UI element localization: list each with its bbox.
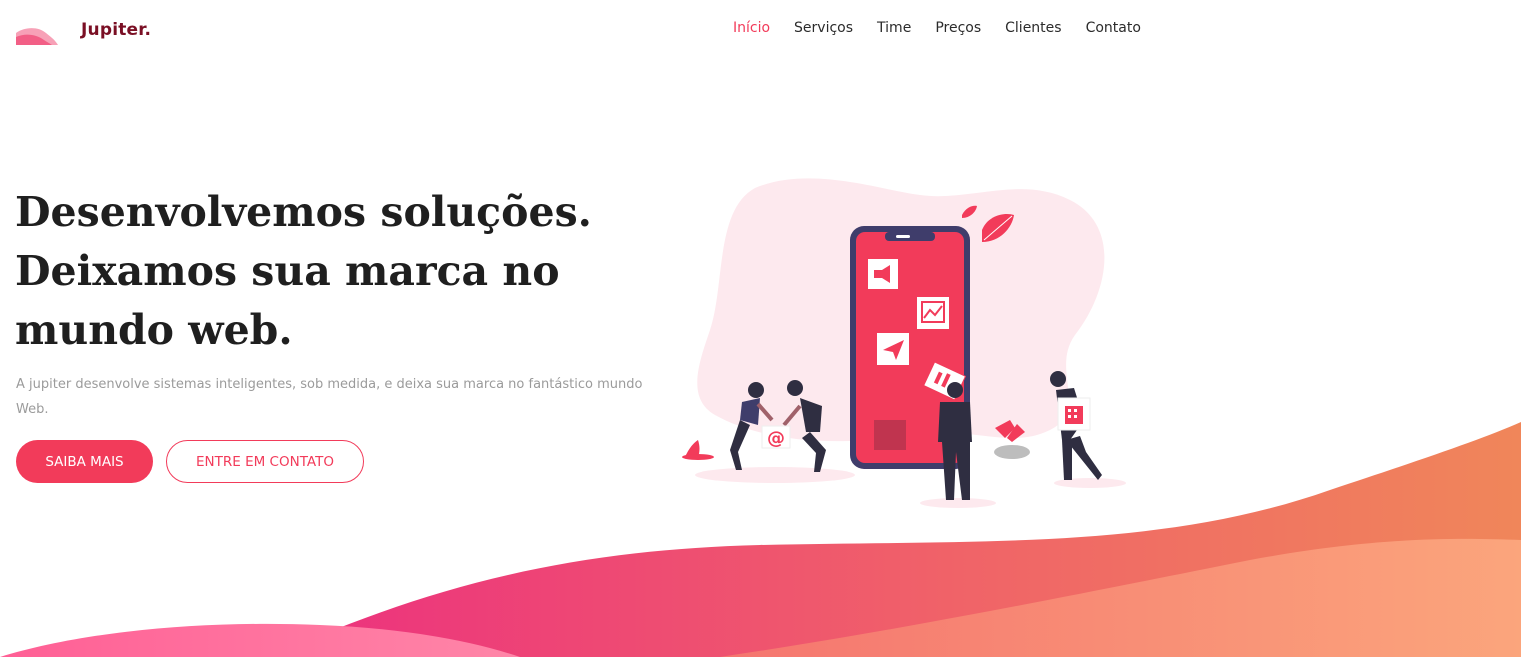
- entre-em-contato-button[interactable]: ENTRE EM CONTATO: [166, 440, 364, 483]
- headline-line-1: Desenvolvemos soluções.: [15, 188, 592, 236]
- nav-item-clientes[interactable]: Clientes: [1005, 20, 1061, 36]
- nav-item-contato[interactable]: Contato: [1086, 20, 1141, 36]
- logo-text[interactable]: Jupiter.: [81, 20, 151, 40]
- hero-subtitle: A jupiter desenvolve sistemas inteligent…: [16, 377, 643, 417]
- building-icon: [1057, 397, 1091, 431]
- nav-item-time[interactable]: Time: [877, 20, 911, 36]
- nav-item-precos[interactable]: Preços: [935, 20, 981, 36]
- hero-headline: Desenvolvemos soluções. Deixamos sua mar…: [15, 183, 655, 360]
- main-nav: Início Serviços Time Preços Clientes Con…: [733, 20, 1165, 36]
- nav-item-inicio[interactable]: Início: [733, 20, 770, 36]
- landing-page: Jupiter. Início Serviços Time Preços Cli…: [0, 0, 1521, 657]
- headline-line-3: mundo web.: [15, 306, 293, 354]
- nav-item-servicos[interactable]: Serviços: [794, 20, 853, 36]
- hero-illustration: @: [682, 178, 1126, 508]
- saiba-mais-button[interactable]: SAIBA MAIS: [16, 440, 153, 483]
- megaphone-icon: [868, 259, 898, 289]
- chart-icon: [917, 297, 949, 329]
- logo-mark-icon: [16, 28, 58, 45]
- paper-plane-icon: [877, 333, 909, 365]
- headline-line-2: Deixamos sua marca no: [15, 247, 560, 295]
- at-symbol: @: [767, 428, 785, 449]
